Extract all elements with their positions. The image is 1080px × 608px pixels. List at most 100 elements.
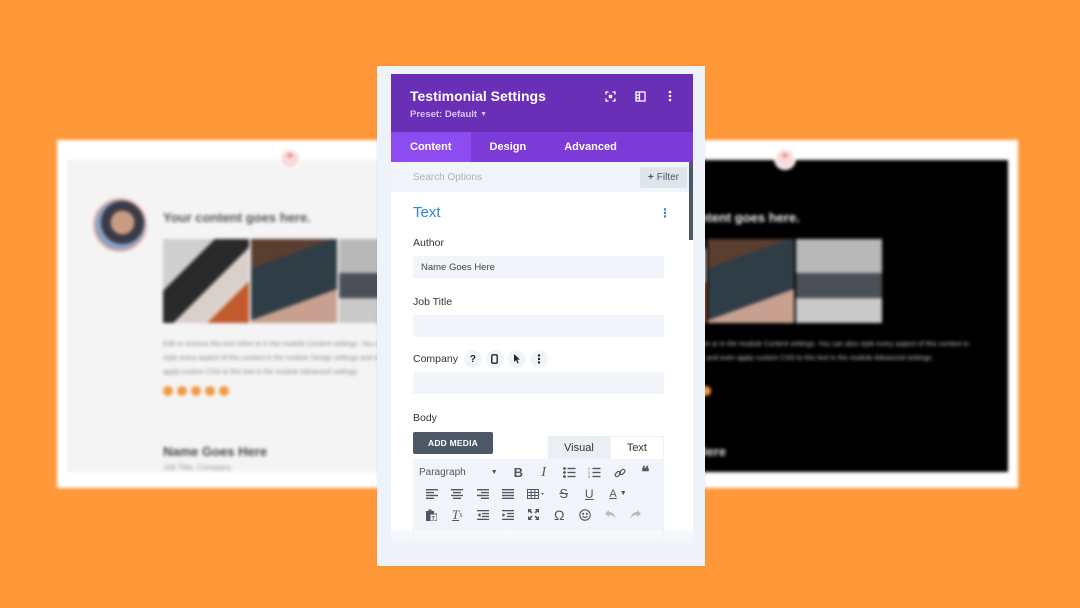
- emoji-icon[interactable]: [572, 505, 598, 525]
- filter-label: Filter: [656, 171, 679, 183]
- responsive-icon[interactable]: [485, 350, 504, 368]
- tab-design[interactable]: Design: [471, 132, 546, 162]
- strikethrough-icon[interactable]: S: [551, 484, 577, 504]
- preset-label: Preset: Default: [410, 109, 478, 120]
- numbered-list-icon[interactable]: 123: [582, 463, 607, 483]
- bullet-list-icon[interactable]: [556, 463, 581, 483]
- field-author: Author: [413, 235, 671, 278]
- filter-button[interactable]: + Filter: [639, 166, 687, 188]
- bold-icon[interactable]: B: [506, 463, 531, 483]
- author-avatar: [93, 198, 147, 252]
- settings-tabs: Content Design Advanced: [391, 132, 693, 162]
- author-label: Author: [413, 235, 671, 251]
- align-right-icon[interactable]: [470, 484, 496, 504]
- field-job-title: Job Title: [413, 294, 671, 337]
- testimonial-body: Edit or remove this text inline or in th…: [163, 341, 387, 376]
- editor-toolbar: Paragraph ▼ B I 123 ❝ S U A ▼ T T x Ω: [413, 459, 664, 529]
- add-media-button[interactable]: ADD MEDIA: [413, 432, 493, 454]
- job-title-label-text: Job Title: [413, 296, 453, 308]
- star-rating: [163, 386, 229, 396]
- align-left-icon[interactable]: [419, 484, 445, 504]
- editor-mode-tabs: Visual Text: [548, 436, 664, 459]
- photo-gallery: [698, 239, 882, 323]
- more-options-icon[interactable]: [663, 89, 677, 103]
- testimonial-module-light: Your content goes here. Edit or remove t…: [67, 160, 387, 472]
- star-icon: [177, 386, 187, 396]
- table-icon[interactable]: [521, 484, 551, 504]
- star-icon: [205, 386, 215, 396]
- quote-icon: ❞: [774, 148, 796, 170]
- preview-card-dark: ❞ Your content goes here. Edit or remove…: [698, 140, 1018, 488]
- star-icon: [219, 386, 229, 396]
- undo-icon[interactable]: [598, 505, 624, 525]
- paste-as-text-icon[interactable]: T: [419, 505, 445, 525]
- outdent-icon[interactable]: [470, 505, 496, 525]
- redo-icon[interactable]: [623, 505, 649, 525]
- photo-phone-in-hand: [708, 239, 794, 323]
- toolbar-row-2: S U A ▼: [419, 483, 658, 504]
- text-color-icon[interactable]: A ▼: [602, 484, 634, 504]
- star-icon: [191, 386, 201, 396]
- job-title-input[interactable]: [413, 315, 664, 337]
- align-center-icon[interactable]: [445, 484, 471, 504]
- search-row: + Filter: [391, 162, 693, 192]
- italic-icon[interactable]: I: [531, 463, 556, 483]
- tab-content[interactable]: Content: [391, 132, 471, 162]
- photo-scooter-handle: [163, 239, 249, 323]
- clear-formatting-icon[interactable]: Tx: [445, 505, 471, 525]
- preview-card-light: ❞ Your content goes here. Edit or remove…: [57, 140, 387, 488]
- tab-advanced[interactable]: Advanced: [545, 132, 636, 162]
- field-option-icons: ?: [463, 350, 548, 368]
- header-actions: [603, 89, 677, 103]
- caret-down-icon: ▼: [480, 111, 487, 118]
- quote-icon: ❞: [279, 148, 301, 170]
- fullscreen-editor-icon[interactable]: [521, 505, 547, 525]
- editor-tab-text[interactable]: Text: [609, 436, 664, 459]
- justify-icon[interactable]: [496, 484, 522, 504]
- plus-icon: +: [647, 171, 654, 183]
- toolbar-row-3: T Tx Ω: [419, 504, 658, 525]
- link-icon[interactable]: [607, 463, 632, 483]
- panel-header[interactable]: Testimonial Settings Preset: Default ▼: [391, 74, 693, 132]
- help-icon[interactable]: ?: [463, 350, 482, 368]
- section-menu-icon[interactable]: ⋮: [659, 207, 671, 219]
- company-input[interactable]: [413, 372, 664, 394]
- settings-panel: Testimonial Settings Preset: Default ▼ C…: [391, 74, 693, 548]
- author-label-text: Author: [413, 237, 444, 249]
- svg-text:3: 3: [588, 475, 590, 478]
- author-job-line: Job Title, Company: [163, 463, 232, 472]
- hover-icon[interactable]: [507, 350, 526, 368]
- special-character-icon[interactable]: Ω: [547, 505, 573, 525]
- company-label: Company ?: [413, 350, 671, 368]
- testimonial-body: Edit or remove this text inline or in th…: [698, 341, 970, 362]
- author-input[interactable]: [413, 256, 664, 278]
- split-view-icon[interactable]: [633, 89, 647, 103]
- photo-scooter-rider: [796, 239, 882, 323]
- indent-icon[interactable]: [496, 505, 522, 525]
- section-title: Text: [413, 204, 441, 221]
- testimonial-module-dark: Your content goes here. Edit or remove t…: [698, 160, 1008, 472]
- field-body: Body ADD MEDIA Visual Text Paragraph ▼ B…: [413, 410, 671, 548]
- format-select-value: Paragraph: [419, 467, 466, 478]
- fullscreen-icon[interactable]: [603, 89, 617, 103]
- job-title-label: Job Title: [413, 294, 671, 310]
- search-options-input[interactable]: [413, 171, 593, 183]
- field-company: Company ?: [413, 350, 671, 394]
- author-name: Name Goes Here: [163, 444, 268, 459]
- caret-down-icon: ▼: [490, 469, 498, 476]
- underline-icon[interactable]: U: [577, 484, 603, 504]
- company-label-text: Company: [413, 353, 458, 365]
- photo-phone-in-hand: [251, 239, 337, 323]
- body-label: Body: [413, 410, 671, 426]
- testimonial-heading: Your content goes here.: [698, 210, 800, 225]
- settings-panel-frame: Testimonial Settings Preset: Default ▼ C…: [377, 66, 705, 566]
- preset-selector[interactable]: Preset: Default ▼: [410, 109, 487, 120]
- editor-top-bar: ADD MEDIA Visual Text: [413, 432, 664, 459]
- format-select[interactable]: Paragraph ▼: [419, 467, 506, 478]
- more-icon[interactable]: [529, 350, 548, 368]
- panel-content: Text ⋮ Author Job Title Company ?: [391, 204, 693, 548]
- testimonial-heading: Your content goes here.: [163, 210, 311, 225]
- section-header-text[interactable]: Text ⋮: [413, 204, 671, 221]
- blockquote-icon[interactable]: ❝: [633, 463, 658, 483]
- editor-tab-visual[interactable]: Visual: [548, 436, 610, 459]
